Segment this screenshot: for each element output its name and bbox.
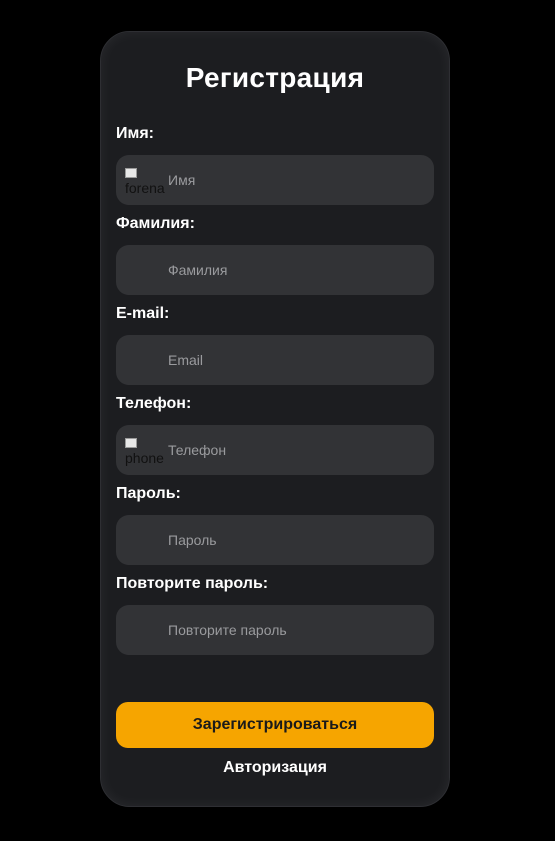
- registration-card: Регистрация Имя: forena Имя Фамилия: Фам…: [100, 31, 450, 807]
- password-repeat-input[interactable]: Повторите пароль: [116, 605, 434, 655]
- last-name-label: Фамилия:: [116, 215, 195, 232]
- login-link[interactable]: Авторизация: [101, 759, 449, 777]
- register-button[interactable]: Зарегистрироваться: [116, 702, 434, 748]
- last-name-placeholder: Фамилия: [168, 262, 228, 278]
- email-label: E-mail:: [116, 305, 170, 322]
- email-input[interactable]: Email: [116, 335, 434, 385]
- last-name-input[interactable]: Фамилия: [116, 245, 434, 295]
- email-placeholder: Email: [168, 352, 204, 368]
- phone-input[interactable]: phone Телефон: [116, 425, 434, 475]
- forename-icon: forena: [125, 166, 166, 196]
- first-name-input[interactable]: forena Имя: [116, 155, 434, 205]
- first-name-label: Имя:: [116, 125, 154, 142]
- phone-label: Телефон:: [116, 395, 192, 412]
- phone-icon: phone: [125, 436, 166, 466]
- first-name-placeholder: Имя: [168, 172, 196, 188]
- password-repeat-placeholder: Повторите пароль: [168, 622, 287, 638]
- phone-placeholder: Телефон: [168, 442, 227, 458]
- password-label: Пароль:: [116, 485, 181, 502]
- page-title: Регистрация: [185, 62, 365, 93]
- password-input[interactable]: Пароль: [116, 515, 434, 565]
- password-placeholder: Пароль: [168, 532, 217, 548]
- password-repeat-label: Повторите пароль:: [116, 575, 269, 592]
